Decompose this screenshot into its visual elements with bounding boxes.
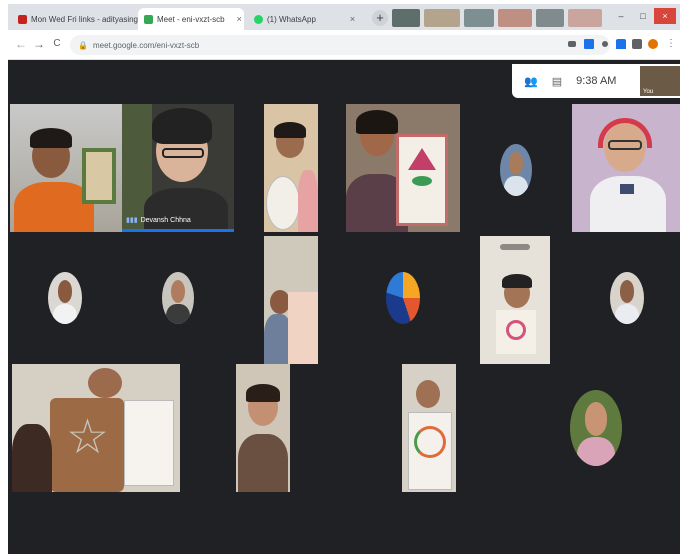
tab-strip: Mon Wed Fri links - adityasing × Meet - … [8, 4, 680, 30]
background-thumbnail [498, 9, 532, 27]
avatar-body [504, 176, 528, 196]
participant-tile[interactable] [402, 364, 456, 492]
participant-tile[interactable] [480, 236, 550, 364]
background-thumbnail [536, 9, 564, 27]
maximize-button[interactable]: □ [632, 8, 654, 24]
tab-label: (1) WhatsApp [267, 14, 316, 24]
participant-tile[interactable] [236, 364, 290, 492]
lock-icon: 🔒 [78, 40, 88, 50]
avatar-face [584, 402, 608, 436]
avatar-body [166, 304, 190, 324]
written-paper [124, 400, 174, 486]
window-close-button[interactable]: × [654, 8, 676, 24]
glasses-icon [608, 140, 642, 150]
meet-icon [144, 14, 153, 24]
avatar-face [57, 280, 73, 304]
leaf-drawing-icon [412, 176, 432, 186]
participant-tile[interactable] [346, 104, 460, 232]
self-view-tile[interactable]: You [640, 66, 680, 96]
tab-label: Mon Wed Fri links - adityasing [31, 14, 138, 24]
tab-label: Meet - eni-vxzt-scb [157, 14, 225, 24]
participant-tile-speaking[interactable]: ▮▮▮ Devansh Chhna [122, 104, 234, 232]
bow-tie-icon [620, 184, 634, 194]
participant-body [238, 434, 288, 492]
tab-whatsapp[interactable]: (1) WhatsApp × [248, 8, 366, 30]
browser-toolbar: ← → C 🔒 meet.google.com/eni-vxzt-scb ⋮ [8, 30, 680, 60]
self-view-label: You [643, 89, 654, 95]
drawing-paper [288, 292, 318, 364]
participant-head [270, 290, 290, 314]
participant-tile[interactable] [264, 236, 318, 364]
browser-window: Mon Wed Fri links - adityasing × Meet - … [8, 4, 680, 554]
star-icon[interactable] [584, 39, 594, 49]
upload-icon[interactable] [616, 39, 626, 49]
puzzle-icon[interactable] [632, 39, 642, 49]
star-icon: ☆ [66, 411, 110, 464]
active-speaker-indicator [122, 229, 234, 232]
chat-icon[interactable]: ▤ [552, 75, 562, 88]
house-craft [82, 148, 116, 204]
meeting-time: 9:38 AM [576, 75, 617, 87]
participant-head [416, 380, 440, 408]
participant-name-label: ▮▮▮ Devansh Chhna [126, 216, 191, 225]
address-bar[interactable]: 🔒 meet.google.com/eni-vxzt-scb [70, 35, 610, 55]
menu-icon[interactable]: ⋮ [666, 39, 676, 49]
back-button[interactable]: ← [14, 37, 28, 51]
participant-tile[interactable] [264, 104, 318, 232]
tab-meet[interactable]: Meet - eni-vxzt-scb × [138, 8, 244, 30]
avatar-body [614, 304, 640, 324]
people-icon[interactable]: 👥 [524, 75, 538, 88]
participant-head [88, 368, 122, 398]
participant-body [298, 170, 318, 232]
participant-hair [356, 110, 398, 134]
minimize-button[interactable]: – [610, 8, 632, 24]
participant-avatar[interactable] [500, 144, 532, 196]
triangle-drawing-icon [408, 148, 436, 170]
participant-tile[interactable] [572, 104, 680, 232]
reload-button[interactable]: C [50, 38, 64, 49]
participant-body [144, 188, 228, 232]
background-thumbnail [392, 9, 420, 27]
participant-hair [152, 108, 212, 144]
avatar-face [508, 152, 524, 176]
speaking-icon: ▮▮▮ [126, 217, 138, 224]
participant-avatar[interactable] [162, 272, 194, 324]
glasses-icon [162, 148, 204, 158]
avatar-face [170, 280, 186, 304]
gmail-icon [18, 14, 27, 24]
participant-hair [30, 128, 72, 148]
new-tab-button[interactable]: + [372, 10, 388, 26]
participant-avatar[interactable] [48, 272, 82, 324]
extension-icon[interactable] [602, 41, 608, 47]
avatar-body [52, 304, 78, 324]
participant-tile[interactable]: ☆ [12, 364, 180, 492]
participant-tile[interactable] [10, 104, 122, 232]
circle-drawing-icon [414, 426, 446, 458]
avatar-face [619, 280, 635, 304]
drawing-paper [266, 176, 300, 230]
background-thumbnail [424, 9, 460, 27]
camera-icon[interactable] [568, 41, 576, 47]
participant-body [12, 424, 52, 492]
close-icon[interactable]: × [237, 14, 242, 24]
url-text: meet.google.com/eni-vxzt-scb [92, 40, 200, 50]
participant-avatar[interactable] [610, 272, 644, 324]
participant-hair [246, 384, 280, 402]
participant-avatar[interactable] [570, 390, 622, 466]
participant-avatar[interactable] [386, 272, 420, 324]
ceiling-fan-icon [500, 244, 530, 250]
circle-drawing-icon [506, 320, 526, 340]
participant-hair [502, 274, 532, 288]
avatar-body [577, 437, 615, 466]
close-icon[interactable]: × [350, 14, 355, 24]
participant-hair [274, 122, 306, 138]
participant-name: Devansh Chhna [140, 216, 191, 224]
tab-links[interactable]: Mon Wed Fri links - adityasing × [12, 8, 151, 30]
forward-button[interactable]: → [32, 37, 46, 51]
whatsapp-icon [254, 14, 263, 24]
profile-avatar[interactable] [648, 39, 658, 49]
background-thumbnail [568, 9, 602, 27]
background-thumbnail [464, 9, 494, 27]
